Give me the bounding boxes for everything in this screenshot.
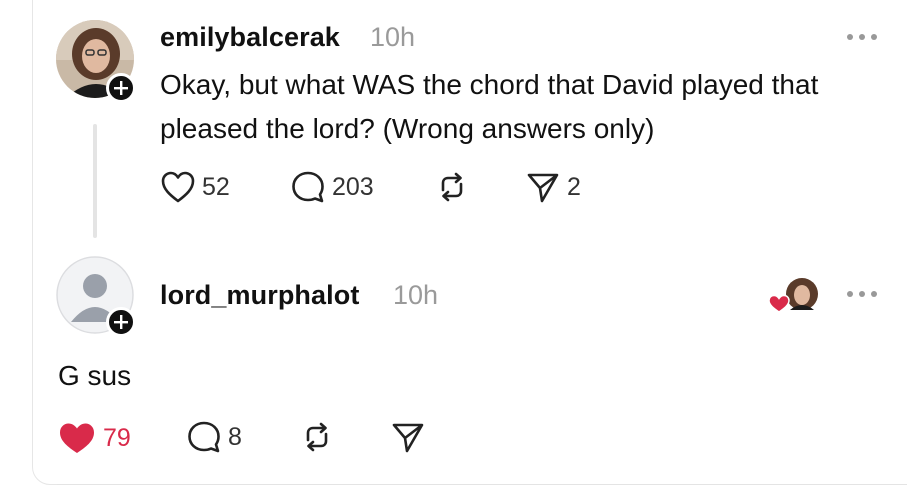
share-button[interactable]: 2 [525, 170, 581, 204]
repost-button[interactable] [434, 170, 470, 204]
plus-icon [114, 81, 128, 95]
follow-plus-badge[interactable] [106, 307, 136, 337]
reply-username[interactable]: lord_murphalot [160, 280, 359, 311]
post-body-line1: Okay, but what WAS the chord that David … [160, 69, 819, 100]
follow-plus-badge[interactable] [106, 73, 136, 103]
more-icon[interactable] [845, 289, 879, 299]
reply-button[interactable]: 203 [290, 170, 374, 204]
repost-button[interactable] [299, 420, 335, 454]
comment-icon [292, 171, 324, 203]
reply-body: G sus [58, 360, 132, 391]
heart-icon [768, 294, 790, 313]
like-count: 79 [103, 423, 131, 452]
like-count: 52 [202, 172, 230, 201]
repost-icon [441, 172, 463, 202]
share-button[interactable] [390, 420, 426, 454]
comment-icon [188, 421, 220, 453]
like-button[interactable]: 52 [160, 170, 230, 204]
heart-icon [60, 423, 94, 453]
heart-icon [161, 171, 195, 203]
divider [57, 484, 907, 485]
send-icon [392, 423, 424, 453]
post-timestamp: 10h [370, 22, 416, 52]
reply-button[interactable]: 8 [186, 420, 242, 454]
thread-line [93, 124, 97, 238]
like-button[interactable]: 79 [57, 420, 131, 456]
reply-count: 8 [228, 422, 242, 451]
reply-timestamp: 10h [393, 280, 439, 310]
more-icon[interactable] [845, 32, 879, 42]
post-username[interactable]: emilybalcerak [160, 22, 340, 53]
liked-by-author-avatar[interactable] [766, 276, 822, 316]
share-count: 2 [567, 172, 581, 201]
plus-icon [114, 315, 128, 329]
reply-count: 203 [332, 172, 374, 201]
repost-icon [306, 422, 328, 452]
post-body-line2: pleased the lord? (Wrong answers only) [160, 113, 655, 144]
send-icon [527, 173, 559, 203]
